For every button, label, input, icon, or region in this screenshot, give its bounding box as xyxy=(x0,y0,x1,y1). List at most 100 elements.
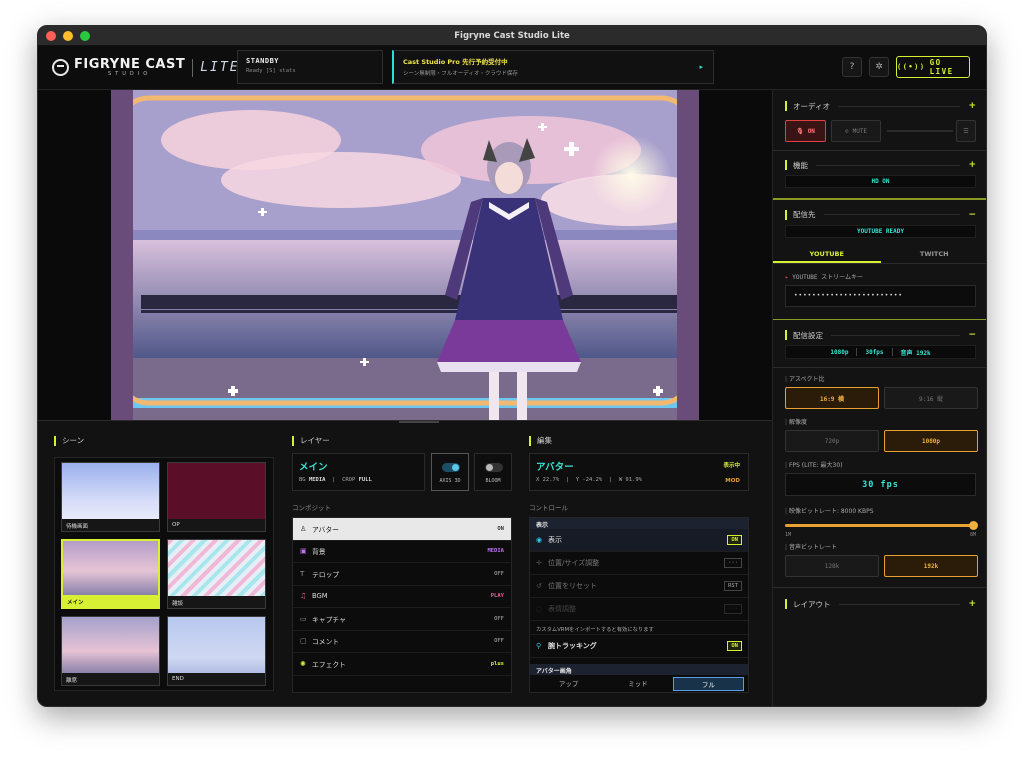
angle-segment: アップ ミッド フル xyxy=(530,675,748,692)
mic-off-icon: ⊘ xyxy=(844,127,849,135)
visibility-toggle[interactable]: ON xyxy=(727,535,742,545)
control-row-visibility[interactable]: ◉ 表示 ON xyxy=(530,529,748,552)
aspect-9-16-button[interactable]: 9:16 縦 xyxy=(884,387,978,409)
scene-thumb-label: 離席 xyxy=(62,673,159,685)
bloom-toggle[interactable]: BLOOM xyxy=(474,453,512,491)
feature-section-header[interactable]: 機能 + xyxy=(773,155,986,175)
destination-section-header[interactable]: 配信先 − xyxy=(773,205,986,225)
plus-icon[interactable]: + xyxy=(968,160,976,170)
control-row-arm-tracking[interactable]: ⚲ 腕トラッキング ON xyxy=(530,635,748,658)
abr-192k-button[interactable]: 192k xyxy=(884,555,978,577)
abr-128k-button[interactable]: 128k xyxy=(785,555,879,577)
gear-icon: ✲ xyxy=(875,62,883,72)
control-row-reset[interactable]: ↺ 位置をリセット RST xyxy=(530,575,748,598)
mic-on-button[interactable]: 🎙 ON xyxy=(785,120,826,142)
scene-thumb-chat[interactable]: 雑談 xyxy=(167,539,266,609)
logo-divider xyxy=(192,58,194,77)
scene-illustration xyxy=(111,90,699,420)
monitor-icon: ▭ xyxy=(300,614,307,623)
stream-settings-header[interactable]: 配信設定 − xyxy=(773,325,986,345)
fps-value[interactable]: 30 fps xyxy=(785,473,976,496)
platform-tabs: YOUTUBE TWITCH xyxy=(773,244,987,264)
layer-item-comment[interactable]: ▢ コメント OFF xyxy=(293,631,511,653)
reset-icon: ↺ xyxy=(536,582,542,590)
sliders-icon: ☰ xyxy=(963,127,969,135)
reset-button[interactable]: RST xyxy=(724,581,742,591)
expression-button: ··· xyxy=(724,604,742,614)
scene-thumb-end[interactable]: END xyxy=(167,616,266,686)
destination-status: YOUTUBE READY xyxy=(785,224,976,238)
tab-twitch[interactable]: TWITCH xyxy=(881,244,987,263)
layout-section-header[interactable]: レイアウト + xyxy=(773,594,986,614)
res-720p-button[interactable]: 720p xyxy=(785,430,879,452)
tab-youtube[interactable]: YOUTUBE xyxy=(773,244,881,263)
mixer-button[interactable]: ☰ xyxy=(956,120,976,142)
settings-button[interactable]: ✲ xyxy=(869,57,889,77)
audio-bitrate-label: 音声ビットレート xyxy=(773,542,986,551)
angle-full-button[interactable]: フル xyxy=(672,677,744,691)
status-sub: Ready [S] stats xyxy=(246,68,296,74)
aspect-label: アスペクト比 xyxy=(773,374,986,383)
broadcast-icon: ((•)) xyxy=(897,63,926,71)
plus-icon[interactable]: + xyxy=(968,101,976,111)
promo-title: Cast Studio Pro 先行予約受付中 xyxy=(403,58,508,66)
help-button[interactable]: ? xyxy=(842,57,862,77)
layer-item-capture[interactable]: ▭ キャプチャ OFF xyxy=(293,608,511,631)
scene-preview-canvas[interactable] xyxy=(111,90,699,420)
promo-banner[interactable]: Cast Studio Pro 先行予約受付中 シーン無制限・フルオーディオ・ク… xyxy=(392,50,714,84)
axis-3d-toggle[interactable]: AXIS 3D xyxy=(431,453,469,491)
arm-tracking-toggle[interactable]: ON xyxy=(727,641,742,651)
go-live-button[interactable]: ((•)) GO LIVE xyxy=(896,56,970,78)
play-arrow-icon: ▸ xyxy=(699,63,703,71)
scene-thumb-label: メイン xyxy=(63,595,158,607)
stream-key-input[interactable]: •••••••••••••••••••••••• xyxy=(785,284,976,307)
layer-item-effect[interactable]: ✺ エフェクト plus xyxy=(293,653,511,676)
control-row-position[interactable]: ✛ 位置/サイズ調整 ··· xyxy=(530,552,748,575)
layer-card[interactable]: メイン BG MEDIA | CROP FULL xyxy=(292,453,425,491)
scene-thumb-main[interactable]: メイン xyxy=(61,539,160,609)
minus-icon[interactable]: − xyxy=(968,210,976,220)
logo-main-text: FIGRYNE CAST xyxy=(74,57,186,72)
move-icon: ✛ xyxy=(536,559,542,567)
aspect-16-9-button[interactable]: 16:9 横 xyxy=(785,387,879,409)
axis-3d-switch[interactable] xyxy=(442,463,460,472)
tracking-icon: ⚲ xyxy=(536,642,542,650)
resize-handle[interactable] xyxy=(399,421,439,423)
face-icon: ◌ xyxy=(536,605,543,613)
layer-item-background[interactable]: ▣ 背景 MEDIA xyxy=(293,541,511,563)
edit-card-mod: MOD xyxy=(725,478,740,484)
angle-mid-button[interactable]: ミッド xyxy=(603,677,672,691)
angle-up-button[interactable]: アップ xyxy=(534,677,603,691)
music-icon: ♫ xyxy=(300,592,307,601)
layer-item-telop[interactable]: T テロップ OFF xyxy=(293,563,511,586)
mute-button[interactable]: ⊘ MUTE xyxy=(831,120,881,142)
text-icon: T xyxy=(300,569,305,578)
audio-section-header[interactable]: オーディオ + xyxy=(773,96,986,116)
edit-card[interactable]: アバター 表示中 X 22.7% | Y -24.2% | W 91.9% MO… xyxy=(529,453,749,491)
video-bitrate-label: 映像ビットレート: 8000 KBPS xyxy=(773,506,986,515)
position-button[interactable]: ··· xyxy=(724,558,742,568)
scene-thumb-standby[interactable]: 待機画面 xyxy=(61,462,160,532)
preview-area[interactable] xyxy=(38,90,772,420)
video-bitrate-slider[interactable] xyxy=(785,521,978,530)
res-1080p-button[interactable]: 1080p xyxy=(884,430,978,452)
fps-label: FPS (LITE: 最大30) xyxy=(773,460,986,469)
bottom-panels: シーン 待機画面 OP メイン 雑談 離席 END レイヤー メイン BG ME… xyxy=(38,420,772,706)
bloom-switch[interactable] xyxy=(485,463,503,472)
bloom-label: BLOOM xyxy=(485,478,501,484)
minus-icon[interactable]: − xyxy=(968,330,976,340)
scene-thumb-op[interactable]: OP xyxy=(167,462,266,532)
plus-icon[interactable]: + xyxy=(968,599,976,609)
status-title: STANDBY xyxy=(246,57,280,65)
app-header: FIGRYNE CAST STUDIO LITE STANDBY Ready [… xyxy=(38,46,986,90)
layer-item-bgm[interactable]: ♫ BGM PLAY xyxy=(293,586,511,608)
scene-thumb-away[interactable]: 離席 xyxy=(61,616,160,686)
layers-section-title: レイヤー xyxy=(292,435,330,446)
slider-track xyxy=(785,524,976,527)
scene-grid: 待機画面 OP メイン 雑談 離席 END xyxy=(54,457,274,691)
slider-knob[interactable] xyxy=(969,521,978,530)
layer-card-title: メイン xyxy=(299,462,328,473)
image-icon: ▣ xyxy=(300,547,307,556)
layer-item-avatar[interactable]: ♙ アバター ON xyxy=(293,518,511,541)
scene-thumb-label: END xyxy=(168,673,265,685)
